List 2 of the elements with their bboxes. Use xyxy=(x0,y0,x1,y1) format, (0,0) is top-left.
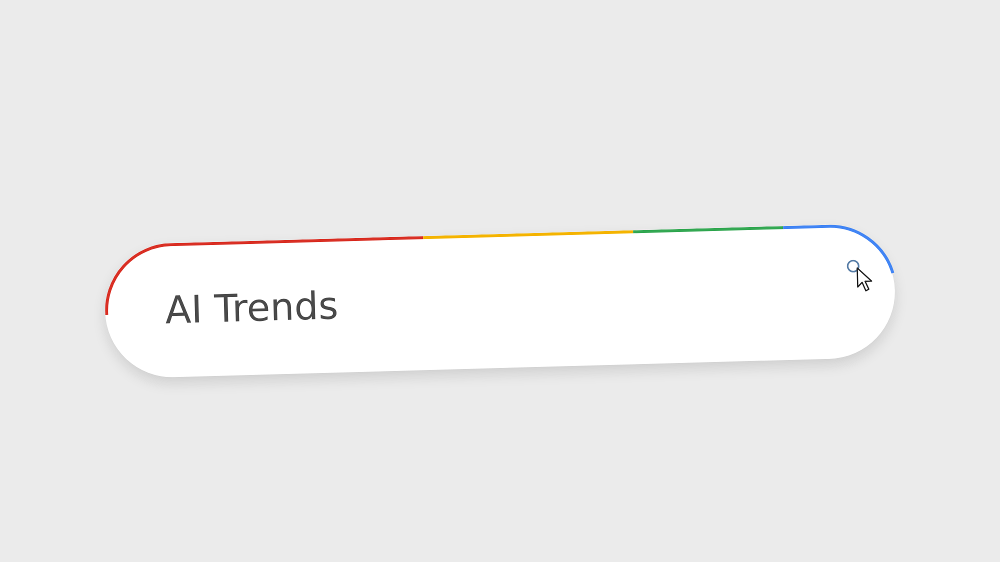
pointer-cursor-icon xyxy=(856,266,875,294)
search-field[interactable]: AI Trends xyxy=(103,223,897,379)
